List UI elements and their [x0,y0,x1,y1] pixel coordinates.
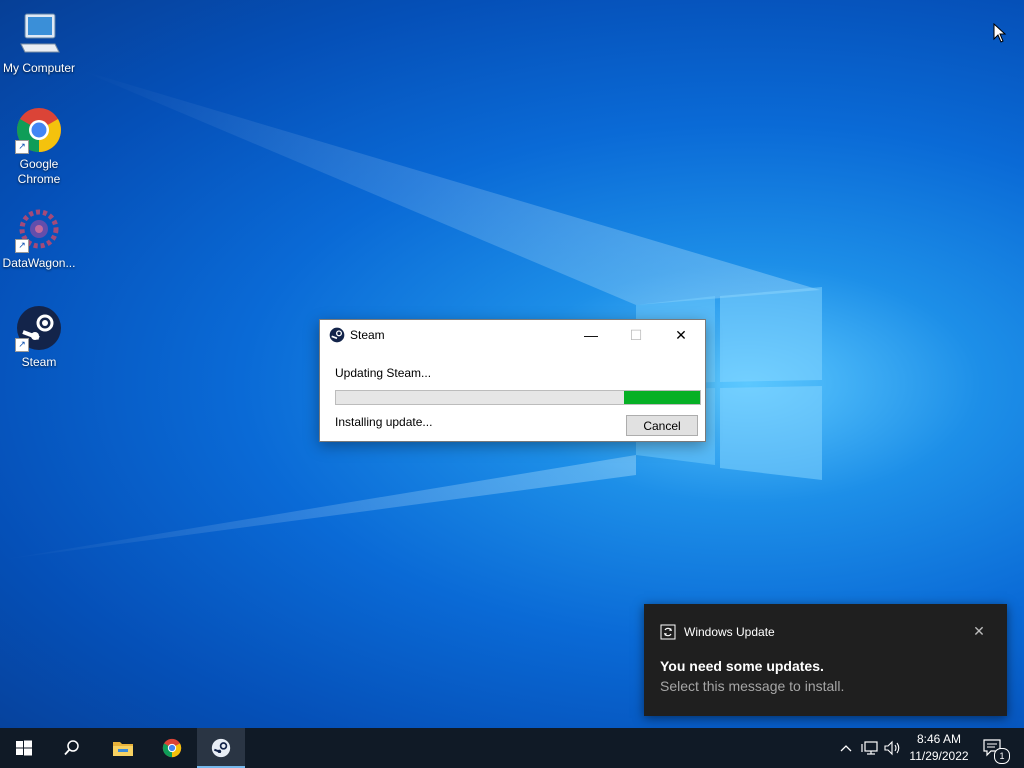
action-center-button[interactable]: 1 [980,728,1010,768]
show-hidden-icons-button[interactable] [838,728,854,768]
windows-update-notification[interactable]: Windows Update ✕ You need some updates. … [644,604,1007,716]
notification-count-badge: 1 [994,748,1010,764]
start-icon [16,740,32,756]
dialog-title: Steam [350,328,385,342]
desktop-icon-my-computer[interactable]: My Computer [1,10,77,76]
clock-date: 11/29/2022 [909,749,969,763]
volume-button[interactable] [884,728,904,768]
minimize-button[interactable]: — [568,320,614,350]
desktop-icon-label: Steam [21,355,57,369]
network-button[interactable] [861,728,881,768]
file-explorer-icon [113,742,133,756]
network-icon [861,741,878,755]
maximize-button: ☐ [629,327,643,343]
steam-icon: ↗ [15,304,63,352]
taskbar-chrome[interactable] [148,728,196,768]
start-button[interactable] [0,728,48,768]
computer-icon [15,10,63,58]
steam-icon [211,738,231,758]
notification-body: Select this message to install. [660,678,845,694]
steam-update-dialog: Steam — ☐ ✕ Updating Steam... Installing… [319,319,706,442]
taskbar-steam[interactable] [197,728,245,768]
close-button[interactable]: ✕ [658,320,704,350]
progress-fill [623,391,700,404]
chevron-up-icon [840,745,852,752]
windows-update-icon [660,624,676,640]
taskbar: 8:46 AM 11/29/2022 1 [0,728,1024,768]
desktop-icon-label: Google Chrome [17,157,61,186]
clock[interactable]: 8:46 AM 11/29/2022 [903,728,975,768]
taskbar-file-explorer[interactable] [98,728,146,768]
update-progress-bar [335,390,701,405]
notification-close-button[interactable]: ✕ [966,620,992,642]
shortcut-arrow-icon: ↗ [15,239,29,253]
datawagon-icon: ↗ [15,205,63,253]
shortcut-arrow-icon: ↗ [15,338,29,352]
desktop-icon-label: DataWagon... [2,256,76,270]
cancel-button[interactable]: Cancel [626,415,698,436]
shortcut-arrow-icon: ↗ [15,140,29,154]
steam-icon [329,327,345,343]
mouse-cursor-icon [993,23,1007,43]
notification-heading: You need some updates. [660,658,824,674]
chrome-icon: ↗ [15,106,63,154]
desktop-icon-google-chrome[interactable]: ↗ Google Chrome [1,106,77,187]
search-icon [64,740,79,756]
desktop-icon-label: My Computer [2,61,76,75]
dialog-title-bar[interactable]: Steam — ☐ ✕ [320,320,705,350]
dialog-status: Installing update... [335,415,433,429]
notification-app-name: Windows Update [684,625,775,639]
desktop-icon-datawagon[interactable]: ↗ DataWagon... [1,205,77,271]
clock-time: 8:46 AM [916,732,962,746]
search-button[interactable] [48,728,96,768]
volume-icon [884,740,900,756]
desktop-icon-steam[interactable]: ↗ Steam [1,304,77,370]
dialog-message: Updating Steam... [335,366,432,380]
chrome-icon [162,738,182,758]
